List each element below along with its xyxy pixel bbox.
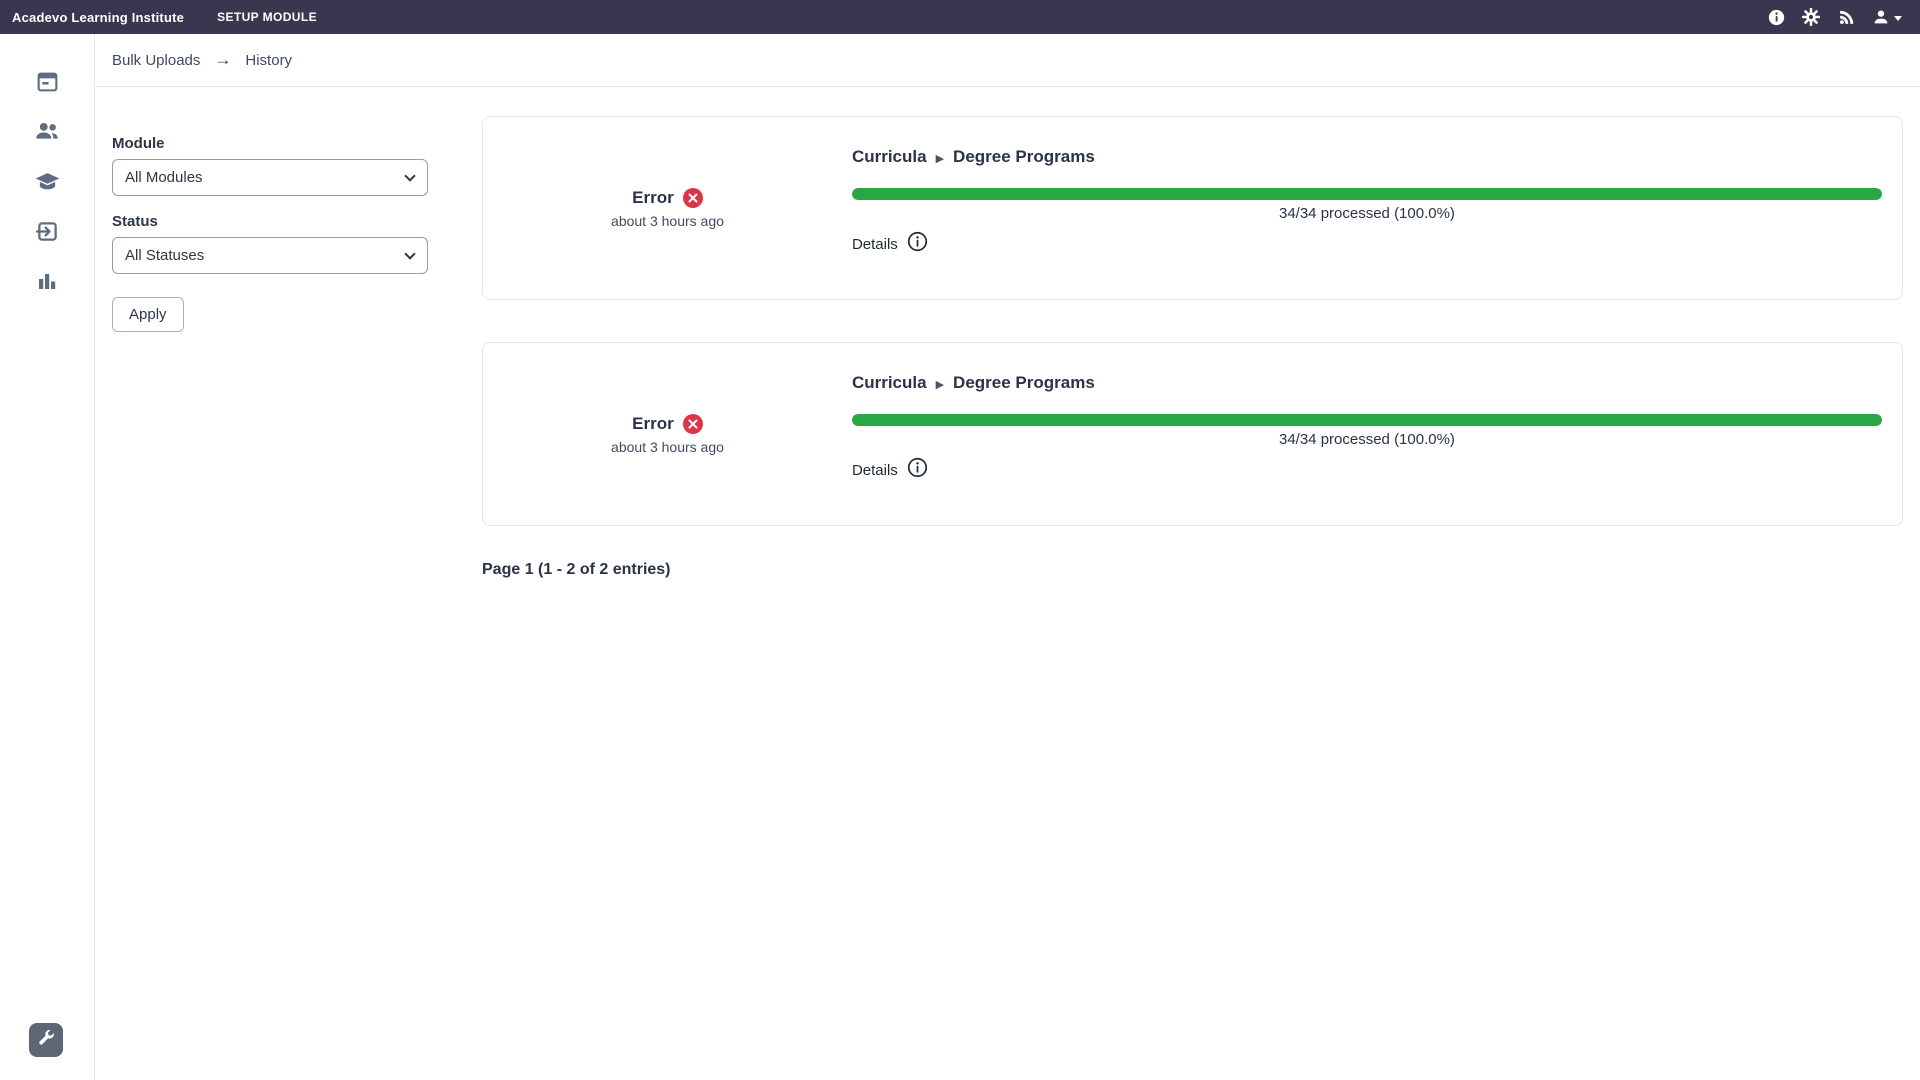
upload-history-card: Error about 3 hours ago Curricula ▶ Degr… (482, 116, 1903, 300)
details-link[interactable]: Details (852, 231, 928, 257)
gear-icon[interactable] (1801, 7, 1821, 27)
triangle-right-icon: ▶ (936, 150, 944, 165)
status-label: Error (632, 188, 674, 208)
main-content: Module All Modules Status All Statuses A… (95, 87, 1920, 1080)
topbar: Acadevo Learning Institute SETUP MODULE (0, 0, 1920, 34)
module-select[interactable]: All Modules (112, 159, 428, 196)
sidebar-item-academics[interactable] (0, 156, 95, 206)
breadcrumb: Bulk Uploads → History (95, 34, 1920, 87)
brand-title: Acadevo Learning Institute (12, 10, 184, 25)
info-icon (907, 231, 928, 257)
error-x-circle-icon (683, 414, 703, 434)
sidebar-item-users[interactable] (0, 106, 95, 156)
upload-detail-column: Curricula ▶ Degree Programs 34/34 proces… (852, 343, 1902, 525)
upload-module: Curricula (852, 373, 927, 393)
triangle-right-icon: ▶ (936, 376, 944, 391)
users-icon (34, 118, 60, 144)
sign-in-icon (35, 219, 60, 244)
breadcrumb-history: History (245, 52, 292, 69)
info-circle-icon[interactable] (1766, 7, 1786, 27)
upload-history-list: Error about 3 hours ago Curricula ▶ Degr… (482, 116, 1903, 568)
progress-bar-fill (852, 188, 1882, 200)
status-select-wrap: All Statuses (112, 237, 428, 274)
progress-bar (852, 414, 1882, 426)
user-menu[interactable] (1871, 7, 1902, 27)
details-label: Details (852, 236, 898, 253)
upload-submodule: Degree Programs (953, 373, 1095, 393)
sidebar (0, 34, 95, 1080)
progress-bar (852, 188, 1882, 200)
topbar-actions (1766, 7, 1908, 27)
upload-submodule: Degree Programs (953, 147, 1095, 167)
breadcrumb-arrow-icon: → (214, 50, 231, 70)
module-select-wrap: All Modules (112, 159, 428, 196)
nav-setup-module[interactable]: SETUP MODULE (217, 10, 317, 24)
bar-chart-icon (35, 269, 59, 293)
user-icon (1871, 7, 1891, 27)
rss-icon[interactable] (1836, 7, 1856, 27)
progress-bar-fill (852, 414, 1882, 426)
status-label: Error (632, 414, 674, 434)
sidebar-nav (0, 34, 94, 306)
apply-button[interactable]: Apply (112, 297, 184, 332)
details-label: Details (852, 462, 898, 479)
upload-timestamp: about 3 hours ago (611, 439, 724, 455)
status-select[interactable]: All Statuses (112, 237, 428, 274)
upload-status-column: Error about 3 hours ago (483, 117, 852, 299)
pagination-summary: Page 1 (1 - 2 of 2 entries) (482, 561, 671, 579)
error-x-circle-icon (683, 188, 703, 208)
filters-panel: Module All Modules Status All Statuses A… (112, 135, 428, 332)
wrench-icon (36, 1029, 56, 1052)
sidebar-item-reports[interactable] (0, 256, 95, 306)
breadcrumb-bulk-uploads[interactable]: Bulk Uploads (112, 52, 200, 69)
progress-text: 34/34 processed (100.0%) (852, 431, 1882, 448)
sidebar-item-calendar[interactable] (0, 56, 95, 106)
upload-history-card: Error about 3 hours ago Curricula ▶ Degr… (482, 342, 1903, 526)
caret-down-icon (1894, 16, 1902, 21)
upload-module: Curricula (852, 147, 927, 167)
tools-button[interactable] (29, 1023, 63, 1057)
upload-status-column: Error about 3 hours ago (483, 343, 852, 525)
graduation-cap-icon (34, 168, 61, 195)
status-filter-label: Status (112, 213, 428, 230)
upload-timestamp: about 3 hours ago (611, 213, 724, 229)
module-filter-label: Module (112, 135, 428, 152)
info-icon (907, 457, 928, 483)
details-link[interactable]: Details (852, 457, 928, 483)
upload-detail-column: Curricula ▶ Degree Programs 34/34 proces… (852, 117, 1902, 299)
calendar-icon (35, 69, 60, 94)
sidebar-item-enrollment[interactable] (0, 206, 95, 256)
progress-text: 34/34 processed (100.0%) (852, 205, 1882, 222)
